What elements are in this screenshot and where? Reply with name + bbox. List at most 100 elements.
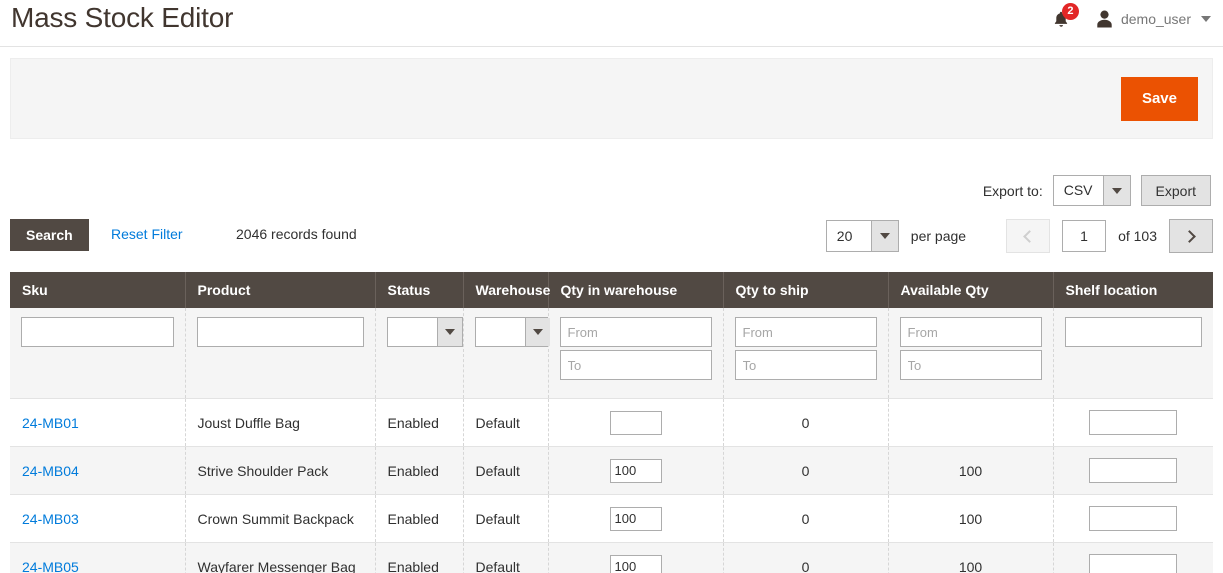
qty-in-warehouse-input[interactable]: [609, 554, 662, 573]
export-format-value: CSV: [1063, 182, 1093, 198]
chevron-down-icon: [436, 318, 462, 346]
page-number-input[interactable]: [1062, 220, 1107, 252]
shelf-location-input[interactable]: [1089, 458, 1178, 483]
cell-shelf-location: [1053, 542, 1213, 573]
table-row[interactable]: 24-MB05 Wayfarer Messenger Bag Enabled D…: [10, 542, 1213, 573]
filter-cell-qty-in-warehouse: [548, 308, 724, 399]
per-page-label: per page: [910, 228, 967, 244]
cell-warehouse: Default: [463, 542, 549, 573]
filter-status-select[interactable]: [386, 317, 463, 347]
filter-qty-in-warehouse-to[interactable]: [559, 350, 712, 380]
filter-sku-input[interactable]: [21, 317, 174, 347]
qty-in-warehouse-input[interactable]: [609, 458, 662, 483]
cell-qty-in-warehouse: [548, 494, 724, 543]
cell-shelf-location: [1053, 494, 1213, 543]
cell-qty-in-warehouse: [548, 446, 724, 495]
cell-status: Enabled: [375, 542, 464, 573]
cell-available-qty: 100: [888, 494, 1054, 543]
cell-qty-in-warehouse: [548, 398, 724, 447]
filter-qty-to-ship-to[interactable]: [734, 350, 877, 380]
filter-warehouse-value: [476, 318, 525, 346]
chevron-down-icon: [524, 318, 550, 346]
next-page-button[interactable]: [1169, 219, 1213, 253]
shelf-location-input[interactable]: [1089, 410, 1178, 435]
export-format-select[interactable]: CSV: [1052, 175, 1131, 206]
cell-sku: 24-MB05: [10, 542, 186, 573]
per-page-select[interactable]: 20: [825, 220, 899, 252]
total-pages-label: of 103: [1118, 228, 1157, 244]
column-header-available-qty[interactable]: Available Qty: [888, 272, 1054, 308]
filter-status-value: [388, 318, 437, 346]
cell-status: Enabled: [375, 398, 464, 447]
shelf-location-input[interactable]: [1089, 554, 1178, 573]
chevron-down-icon: [1102, 176, 1130, 205]
export-button[interactable]: Export: [1140, 175, 1211, 206]
filter-available-qty-from[interactable]: [899, 317, 1042, 347]
chevron-down-icon: [1201, 16, 1211, 22]
cell-warehouse: Default: [463, 494, 549, 543]
filter-warehouse-select[interactable]: [474, 317, 551, 347]
cell-shelf-location: [1053, 398, 1213, 447]
cell-available-qty: [888, 398, 1054, 447]
filter-cell-warehouse: [463, 308, 551, 399]
filter-cell-product: [185, 308, 376, 399]
records-found-label: 2046 records found: [236, 226, 357, 242]
cell-qty-to-ship: 0: [723, 398, 889, 447]
sku-link[interactable]: 24-MB04: [22, 463, 79, 479]
sku-link[interactable]: 24-MB05: [22, 559, 79, 573]
cell-product: Crown Summit Backpack: [185, 494, 376, 543]
filter-cell-sku: [10, 308, 186, 399]
filter-product-input[interactable]: [196, 317, 364, 347]
filter-shelf-location-input[interactable]: [1064, 317, 1202, 347]
cell-product: Wayfarer Messenger Bag: [185, 542, 376, 573]
column-header-product[interactable]: Product: [185, 272, 376, 308]
sku-link[interactable]: 24-MB03: [22, 511, 79, 527]
table-row[interactable]: 24-MB04 Strive Shoulder Pack Enabled Def…: [10, 446, 1213, 495]
filter-qty-to-ship-from[interactable]: [734, 317, 877, 347]
header-actions: 2 demo_user: [1048, 3, 1211, 32]
user-name-label: demo_user: [1120, 11, 1191, 27]
previous-page-button[interactable]: [1006, 219, 1051, 253]
cell-qty-to-ship: 0: [723, 494, 889, 543]
save-button[interactable]: Save: [1120, 77, 1198, 121]
notifications-button[interactable]: 2: [1048, 3, 1079, 32]
table-row[interactable]: 24-MB01 Joust Duffle Bag Enabled Default…: [10, 398, 1213, 447]
cell-qty-to-ship: 0: [723, 446, 889, 495]
chevron-down-icon: [870, 221, 898, 251]
pagination-controls: 20 per page of 103: [825, 219, 1213, 253]
filter-qty-in-warehouse-from[interactable]: [559, 317, 712, 347]
qty-in-warehouse-input[interactable]: [609, 410, 662, 435]
cell-product: Joust Duffle Bag: [185, 398, 376, 447]
shelf-location-input[interactable]: [1089, 506, 1178, 531]
sku-link[interactable]: 24-MB01: [22, 415, 79, 431]
search-button[interactable]: Search: [10, 219, 89, 251]
column-header-warehouse[interactable]: Warehouse: [463, 272, 550, 308]
cell-warehouse: Default: [463, 446, 549, 495]
chevron-right-icon: [1183, 229, 1196, 243]
cell-available-qty: 100: [888, 542, 1054, 573]
filter-cell-shelf-location: [1053, 308, 1213, 399]
column-header-sku[interactable]: Sku: [10, 272, 186, 308]
export-controls: Export to: CSV Export: [983, 175, 1211, 206]
column-header-status[interactable]: Status: [375, 272, 464, 308]
cell-qty-to-ship: 0: [723, 542, 889, 573]
qty-in-warehouse-input[interactable]: [609, 506, 662, 531]
reset-filter-link[interactable]: Reset Filter: [111, 226, 183, 242]
page-header: Mass Stock Editor 2 demo_user: [0, 0, 1223, 47]
column-header-shelf-location[interactable]: Shelf location: [1053, 272, 1213, 308]
column-header-qty-to-ship[interactable]: Qty to ship: [723, 272, 889, 308]
user-avatar-icon: [1097, 10, 1112, 28]
cell-sku: 24-MB04: [10, 446, 186, 495]
filter-available-qty-to[interactable]: [899, 350, 1042, 380]
notification-badge: 2: [1061, 3, 1079, 20]
cell-status: Enabled: [375, 494, 464, 543]
grid-filter-row: [10, 308, 1213, 399]
page-title: Mass Stock Editor: [11, 2, 234, 33]
column-header-qty-in-warehouse[interactable]: Qty in warehouse: [548, 272, 724, 308]
table-row[interactable]: 24-MB03 Crown Summit Backpack Enabled De…: [10, 494, 1213, 543]
user-menu[interactable]: demo_user: [1096, 10, 1211, 28]
grid-header-row: Sku Product Status Warehouse Qty in ware…: [10, 272, 1213, 308]
grid-actions-bar: Search Reset Filter 2046 records found 2…: [10, 219, 1213, 253]
cell-sku: 24-MB03: [10, 494, 186, 543]
filter-cell-available-qty: [888, 308, 1054, 399]
